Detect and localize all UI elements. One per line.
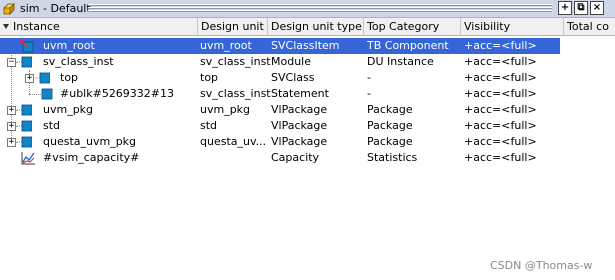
column-design-unit-type[interactable]: Design unit type xyxy=(268,18,364,35)
top-category: - xyxy=(367,71,371,84)
tree-row-top[interactable]: + top top SVClass - +acc=<full> xyxy=(0,70,560,86)
design-unit: top xyxy=(200,71,219,84)
watermark-text: CSDN @Thomas-w xyxy=(490,259,593,272)
instance-name: top xyxy=(60,71,79,84)
visibility: +acc=<full> xyxy=(464,151,537,164)
column-instance[interactable]: Instance xyxy=(10,18,198,35)
column-header-bar: Instance Design unit Design unit type To… xyxy=(0,18,615,36)
design-unit: sv_class_inst xyxy=(200,87,271,100)
close-button[interactable]: × xyxy=(590,1,604,15)
top-category: Package xyxy=(367,103,413,116)
capacity-chart-icon xyxy=(21,152,35,165)
package-icon xyxy=(17,120,32,132)
column-visibility[interactable]: Visibility xyxy=(461,18,564,35)
column-total-coverage[interactable]: Total co xyxy=(564,18,615,35)
window-titlebar[interactable]: sim - Default + ⧉ × xyxy=(0,0,615,18)
column-top-category[interactable]: Top Category xyxy=(364,18,461,35)
expand-icon[interactable]: + xyxy=(7,138,16,147)
visibility: +acc=<full> xyxy=(464,71,537,84)
sort-down-icon[interactable] xyxy=(3,24,9,29)
tree-row-ublk[interactable]: #ublk#5269332#13 sv_class_inst Statement… xyxy=(0,86,560,102)
tree-row-sv-class-inst[interactable]: − sv_class_inst sv_class_inst Module DU … xyxy=(0,54,560,70)
instance-name: sv_class_inst xyxy=(43,55,114,68)
instance-name: questa_uvm_pkg xyxy=(43,135,137,148)
visibility: +acc=<full> xyxy=(464,39,537,52)
instance-name: std xyxy=(43,119,61,132)
expand-icon[interactable]: + xyxy=(7,106,16,115)
sim-window-icon xyxy=(3,3,15,15)
module-icon xyxy=(41,88,53,100)
design-unit-type: VlPackage xyxy=(271,103,328,116)
tree-row-uvm-pkg[interactable]: + uvm_pkg uvm_pkg VlPackage Package +acc… xyxy=(0,102,560,118)
class-item-icon xyxy=(20,39,34,53)
expand-icon[interactable]: + xyxy=(7,122,16,131)
module-icon xyxy=(35,72,50,84)
top-category: - xyxy=(367,87,371,100)
design-unit-type: Statement xyxy=(271,87,329,100)
visibility: +acc=<full> xyxy=(464,87,537,100)
tree-row-questa-uvm-pkg[interactable]: + questa_uvm_pkg questa_uv... VlPackage … xyxy=(0,134,560,150)
tree-row-vsim-capacity[interactable]: #vsim_capacity# Capacity Statistics +acc… xyxy=(0,150,560,166)
undock-button[interactable]: ⧉ xyxy=(574,1,588,15)
design-unit: uvm_root xyxy=(200,39,252,52)
visibility: +acc=<full> xyxy=(464,103,537,116)
design-unit: uvm_pkg xyxy=(200,103,251,116)
design-unit-type: SVClass xyxy=(271,71,315,84)
tree-row-std[interactable]: + std std VlPackage Package +acc=<full> xyxy=(0,118,560,134)
add-button[interactable]: + xyxy=(558,1,572,15)
instance-name: uvm_pkg xyxy=(43,103,94,116)
top-category: DU Instance xyxy=(367,55,434,68)
package-icon xyxy=(17,104,32,116)
visibility: +acc=<full> xyxy=(464,135,537,148)
visibility: +acc=<full> xyxy=(464,55,537,68)
top-category: Package xyxy=(367,135,413,148)
design-unit-type: SVClassItem xyxy=(271,39,340,52)
collapse-icon[interactable]: − xyxy=(7,58,16,67)
column-design-unit[interactable]: Design unit xyxy=(198,18,268,35)
design-unit-type: VlPackage xyxy=(271,135,328,148)
titlebar-grip[interactable] xyxy=(88,4,552,13)
instance-name: #ublk#5269332#13 xyxy=(60,87,175,100)
module-icon xyxy=(17,56,32,68)
tree-row-uvm-root[interactable]: uvm_root uvm_root SVClassItem TB Compone… xyxy=(0,38,560,54)
expand-icon[interactable]: + xyxy=(25,74,34,83)
design-unit: questa_uv... xyxy=(200,135,267,148)
instance-name: uvm_root xyxy=(43,39,95,52)
top-category: Statistics xyxy=(367,151,418,164)
package-icon xyxy=(17,136,32,148)
design-unit: std xyxy=(200,119,218,132)
design-unit-type: VlPackage xyxy=(271,119,328,132)
window-title: sim - Default xyxy=(20,2,91,15)
design-unit-type: Capacity xyxy=(271,151,320,164)
instance-name: #vsim_capacity# xyxy=(43,151,140,164)
top-category: TB Component xyxy=(367,39,449,52)
design-unit: sv_class_inst xyxy=(200,55,271,68)
visibility: +acc=<full> xyxy=(464,119,537,132)
design-unit-type: Module xyxy=(271,55,311,68)
top-category: Package xyxy=(367,119,413,132)
